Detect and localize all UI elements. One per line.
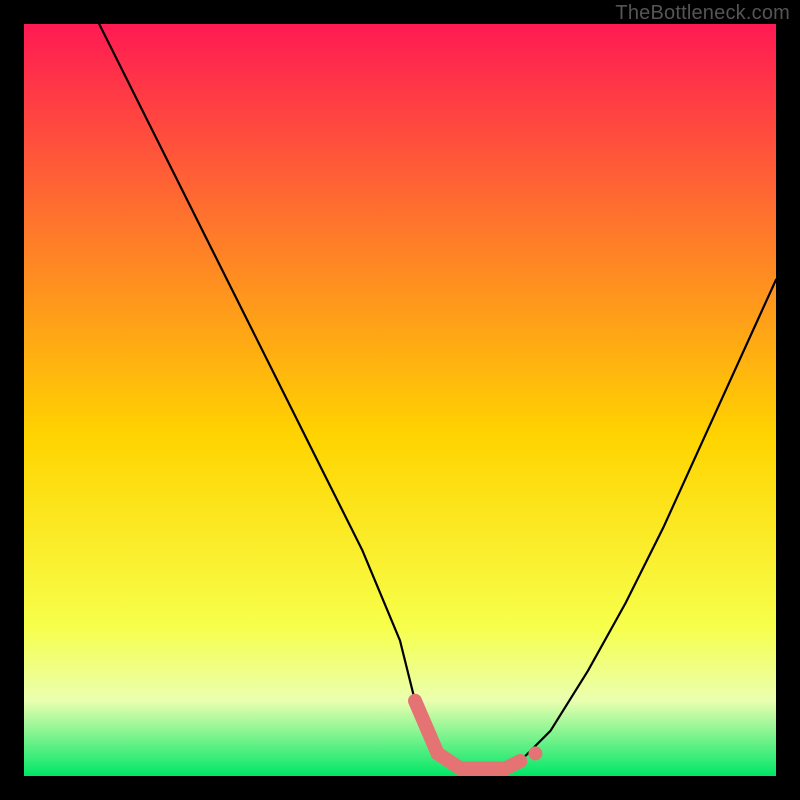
chart-svg (24, 24, 776, 776)
gradient-background (24, 24, 776, 776)
chart-frame: TheBottleneck.com (0, 0, 800, 800)
accent-dot (528, 746, 542, 760)
watermark-text: TheBottleneck.com (615, 2, 790, 25)
plot-area (24, 24, 776, 776)
